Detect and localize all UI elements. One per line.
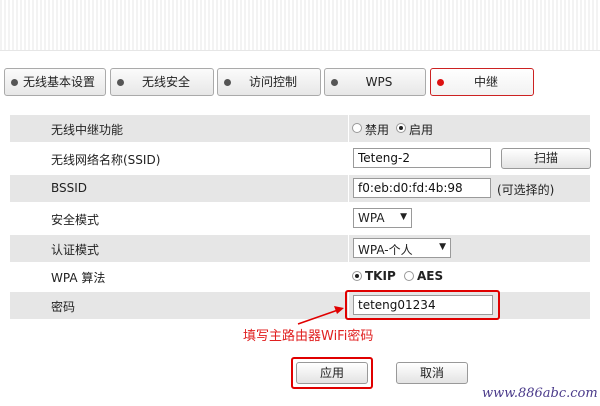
cancel-button[interactable]: 取消 — [396, 362, 468, 384]
annotation-text: 填写主路由器WiFi密码 — [243, 329, 374, 344]
watermark: www.886abc.com — [482, 386, 598, 401]
annotation-arrow-icon — [297, 306, 344, 325]
apply-button[interactable]: 应用 — [296, 362, 368, 384]
